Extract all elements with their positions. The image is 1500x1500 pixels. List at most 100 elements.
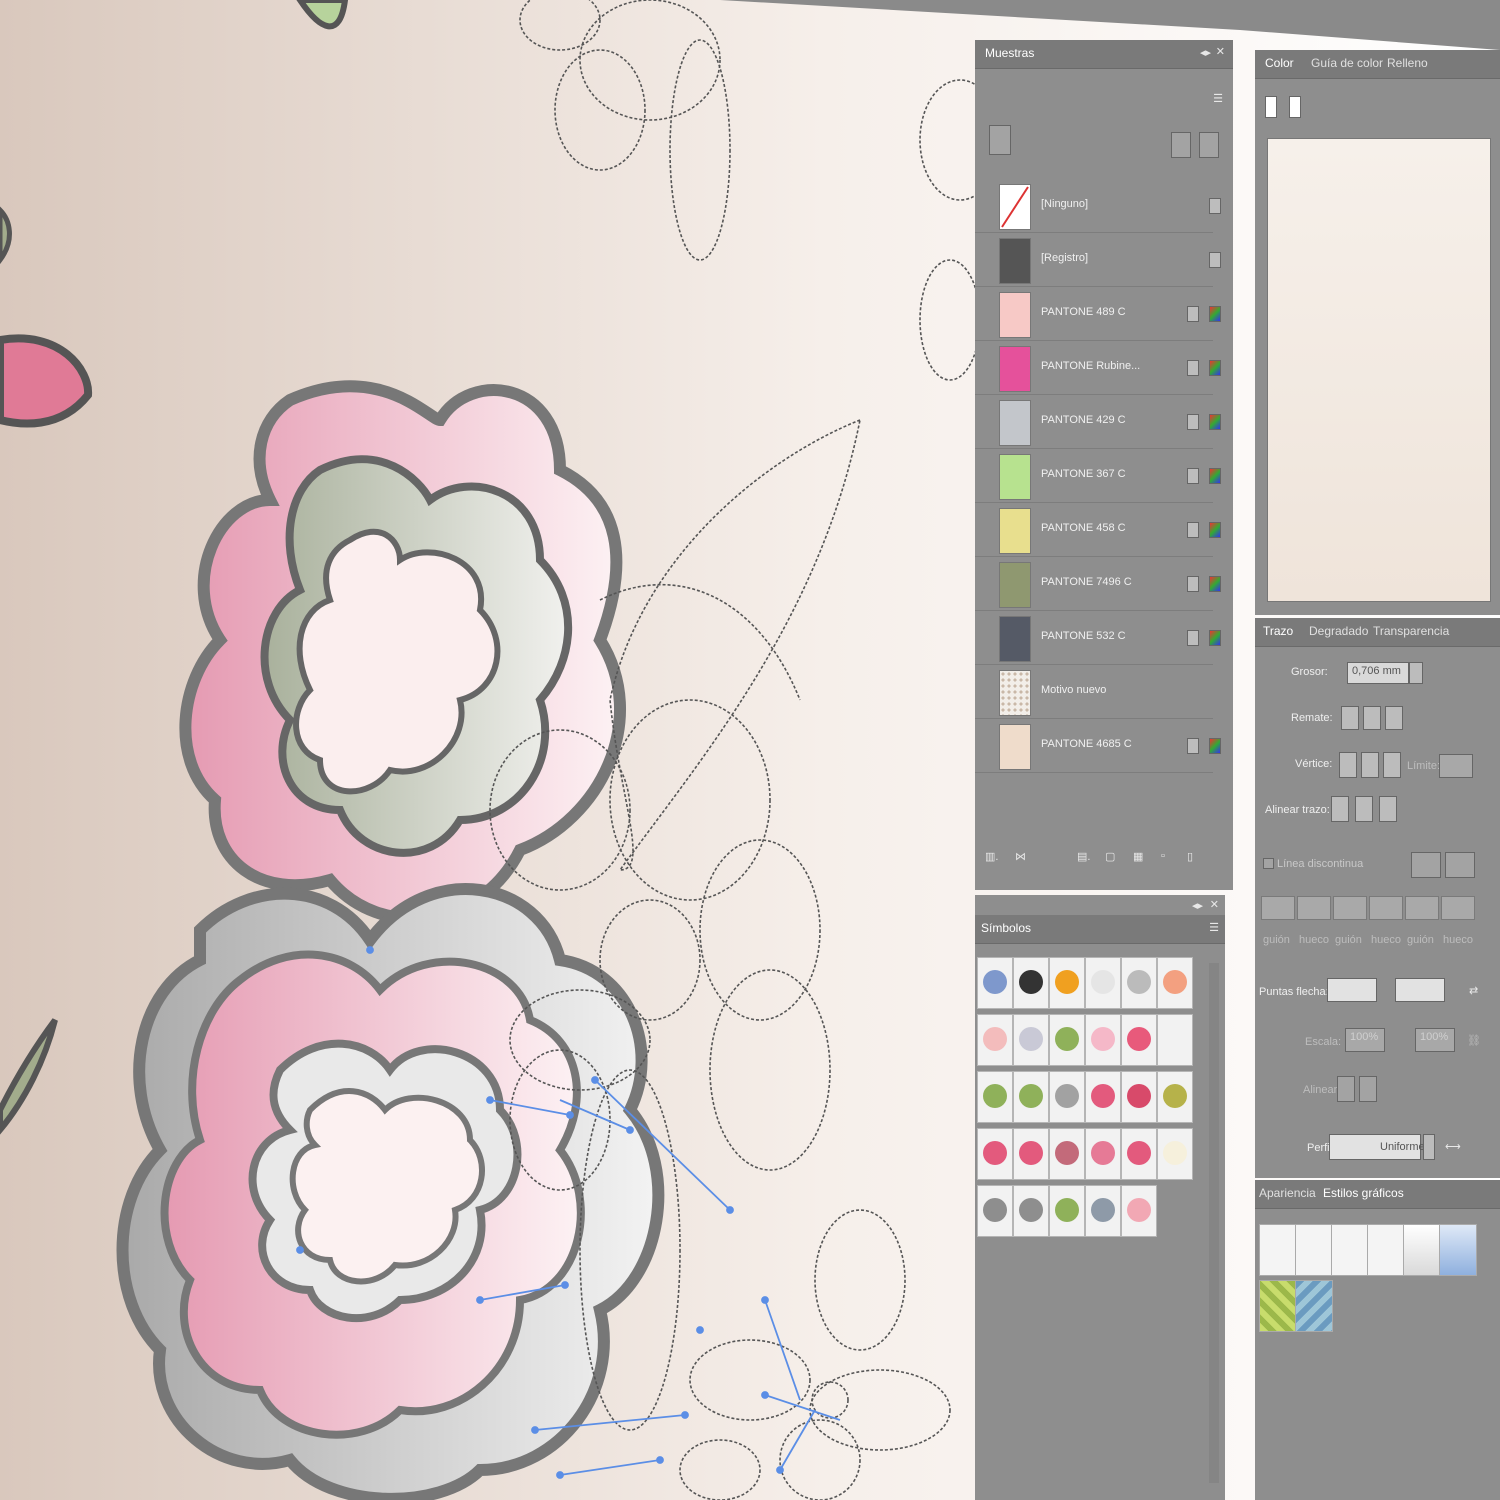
swatch-row[interactable]: PANTONE Rubine... — [975, 340, 1221, 395]
fill-stroke-toggle[interactable] — [989, 125, 1011, 155]
end-arrow-select[interactable] — [1395, 978, 1445, 1002]
weight-dropdown[interactable] — [1409, 662, 1423, 684]
arrow-align-place-button[interactable] — [1359, 1076, 1377, 1102]
symbols-scrollbar[interactable] — [1209, 963, 1219, 1483]
tab-swatches[interactable]: Muestras — [985, 46, 1034, 60]
symbol-thumbnail[interactable] — [1013, 1071, 1049, 1123]
tab-color[interactable]: Color — [1265, 56, 1294, 70]
symbol-thumbnail[interactable] — [1085, 1071, 1121, 1123]
graphic-style-default[interactable] — [1259, 1224, 1297, 1276]
weight-input[interactable]: 0,706 mm — [1347, 662, 1409, 684]
align-center-button[interactable] — [1331, 796, 1349, 822]
gap-field[interactable] — [1369, 896, 1403, 920]
symbol-thumbnail[interactable] — [1121, 1014, 1157, 1066]
symbol-thumbnail[interactable] — [1085, 957, 1121, 1009]
close-icon[interactable]: ✕ — [1216, 45, 1225, 58]
symbol-thumbnail[interactable] — [1121, 1185, 1157, 1237]
profile-dropdown[interactable] — [1423, 1134, 1435, 1160]
swatch-options-icon[interactable]: ▤. — [1077, 850, 1090, 863]
tab-symbols[interactable]: Símbolos — [981, 921, 1031, 935]
graphic-style-pattern[interactable] — [1295, 1280, 1333, 1332]
swatch-row[interactable]: Motivo nuevo — [975, 664, 1213, 719]
symbol-thumbnail[interactable] — [1049, 1128, 1085, 1180]
dash-field[interactable] — [1261, 896, 1295, 920]
new-swatch-icon[interactable]: ▦ — [1133, 850, 1143, 863]
dash-field[interactable] — [1333, 896, 1367, 920]
tab-appearance[interactable]: Apariencia — [1259, 1186, 1316, 1200]
swatch-row[interactable]: PANTONE 4685 C — [975, 718, 1221, 773]
collapse-icon[interactable]: ◂▸ — [1192, 899, 1203, 912]
symbol-thumbnail[interactable] — [1013, 957, 1049, 1009]
tab-color-guide[interactable]: Guía de color — [1311, 56, 1383, 70]
flip-profile-icon[interactable]: ⟷ — [1445, 1140, 1461, 1153]
symbol-thumbnail[interactable] — [977, 957, 1013, 1009]
link-scale-icon[interactable]: ⛓ — [1467, 1034, 1481, 1047]
symbol-thumbnail[interactable] — [977, 1185, 1013, 1237]
swatch-library-icon[interactable]: ▥. — [985, 850, 998, 863]
arrow-align-extend-button[interactable] — [1337, 1076, 1355, 1102]
grid-view-button[interactable] — [1199, 132, 1219, 158]
swatch-row[interactable]: PANTONE 532 C — [975, 610, 1221, 665]
swatch-row[interactable]: PANTONE 367 C — [975, 448, 1221, 503]
symbol-thumbnail[interactable] — [1049, 1071, 1085, 1123]
graphic-style[interactable] — [1403, 1224, 1441, 1276]
symbol-thumbnail[interactable] — [1085, 1014, 1121, 1066]
limit-input[interactable] — [1439, 754, 1473, 778]
swatch-row[interactable]: PANTONE 458 C — [975, 502, 1221, 557]
color-spectrum[interactable] — [1267, 138, 1491, 602]
collapse-icon[interactable]: ◂▸ — [1200, 46, 1211, 59]
symbol-thumbnail[interactable] — [1121, 957, 1157, 1009]
butt-cap-button[interactable] — [1341, 706, 1359, 730]
swatch-row[interactable]: [Ninguno] — [975, 178, 1221, 233]
tab-stroke[interactable]: Trazo — [1263, 624, 1293, 638]
start-arrow-select[interactable] — [1327, 978, 1377, 1002]
symbol-thumbnail[interactable] — [1013, 1014, 1049, 1066]
tab-fill[interactable]: Relleno — [1387, 56, 1428, 70]
symbol-thumbnail[interactable] — [1013, 1128, 1049, 1180]
symbol-thumbnail[interactable] — [977, 1014, 1013, 1066]
gap-field[interactable] — [1297, 896, 1331, 920]
end-scale-input[interactable]: 100% — [1415, 1028, 1455, 1052]
tab-gradient[interactable]: Degradado — [1309, 624, 1368, 638]
graphic-style[interactable] — [1367, 1224, 1405, 1276]
symbol-thumbnail[interactable] — [1085, 1128, 1121, 1180]
swatch-row[interactable]: PANTONE 429 C — [975, 394, 1221, 449]
dash-field[interactable] — [1405, 896, 1439, 920]
graphic-style[interactable] — [1439, 1224, 1477, 1276]
symbol-thumbnail[interactable] — [1049, 957, 1085, 1009]
swatch-row[interactable]: PANTONE 7496 C — [975, 556, 1221, 611]
trash-icon[interactable]: ▯ — [1187, 850, 1193, 863]
square-cap-button[interactable] — [1385, 706, 1403, 730]
swap-arrows-icon[interactable]: ⇄ — [1469, 984, 1478, 997]
align-outside-button[interactable] — [1379, 796, 1397, 822]
symbol-thumbnail[interactable] — [1121, 1071, 1157, 1123]
bevel-join-button[interactable] — [1383, 752, 1401, 778]
symbol-thumbnail[interactable] — [1121, 1128, 1157, 1180]
round-join-button[interactable] — [1361, 752, 1379, 778]
symbol-thumbnail[interactable] — [1049, 1185, 1085, 1237]
graphic-style[interactable] — [1331, 1224, 1369, 1276]
symbol-thumbnail[interactable] — [977, 1128, 1013, 1180]
graphic-style-pattern[interactable] — [1259, 1280, 1297, 1332]
dash-preserve-button[interactable] — [1411, 852, 1441, 878]
symbol-thumbnail[interactable] — [1157, 957, 1193, 1009]
swatch-row[interactable]: PANTONE 489 C — [975, 286, 1221, 341]
none-fill-icon[interactable] — [1265, 96, 1277, 118]
list-view-button[interactable] — [1171, 132, 1191, 158]
dash-align-button[interactable] — [1445, 852, 1475, 878]
gap-field[interactable] — [1441, 896, 1475, 920]
symbol-thumbnail[interactable] — [1157, 1128, 1193, 1180]
graphic-style[interactable] — [1295, 1224, 1333, 1276]
symbol-thumbnail[interactable] — [1049, 1014, 1085, 1066]
color-group-icon[interactable]: ▢ — [1105, 850, 1115, 863]
symbol-thumbnail[interactable] — [1157, 1014, 1193, 1066]
symbol-thumbnail[interactable] — [1085, 1185, 1121, 1237]
white-fill-icon[interactable] — [1289, 96, 1301, 118]
close-icon[interactable]: ✕ — [1210, 898, 1219, 911]
symbol-thumbnail[interactable] — [1013, 1185, 1049, 1237]
show-kind-icon[interactable]: ⋈ — [1015, 850, 1026, 863]
align-inside-button[interactable] — [1355, 796, 1373, 822]
tab-graphic-styles[interactable]: Estilos gráficos — [1323, 1186, 1404, 1200]
symbol-thumbnail[interactable] — [1157, 1071, 1193, 1123]
dashed-line-checkbox[interactable] — [1263, 858, 1274, 869]
